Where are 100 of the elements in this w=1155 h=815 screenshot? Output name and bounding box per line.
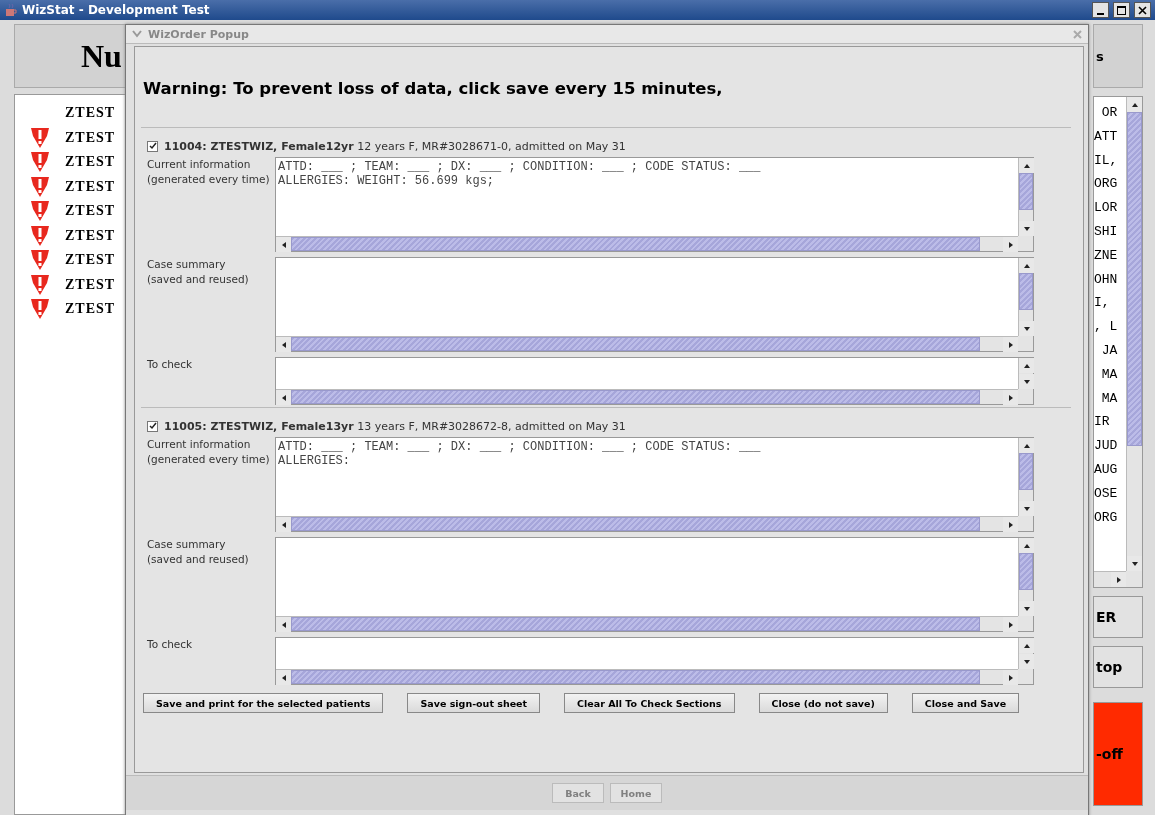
patient-name[interactable]: ZTEST (65, 129, 116, 146)
action-button[interactable]: Clear All To Check Sections (564, 693, 735, 713)
scroll-right-button[interactable] (1003, 617, 1018, 632)
vertical-scrollbar[interactable] (1018, 358, 1033, 389)
scroll-up-button[interactable] (1019, 638, 1034, 653)
field-label: Current information (generated every time) (147, 437, 271, 467)
scroll-right-button[interactable] (1003, 390, 1018, 405)
scroll-down-button[interactable] (1019, 501, 1034, 516)
scroll-up-button[interactable] (1019, 358, 1034, 373)
minimize-button[interactable] (1092, 2, 1109, 18)
field-label: To check (147, 357, 194, 372)
list-text: AUG (1094, 461, 1119, 479)
list-text: IR (1094, 414, 1111, 432)
scroll-up-button[interactable] (1127, 97, 1142, 112)
scroll-down-button[interactable] (1127, 556, 1142, 571)
side-button[interactable]: top (1093, 646, 1143, 688)
patient-name[interactable]: ZTEST (65, 276, 116, 293)
scrollbar-corner (1018, 516, 1033, 531)
close-icon (1138, 5, 1147, 15)
patient-name[interactable]: ZTEST (65, 227, 116, 244)
list-text: JA (1100, 342, 1119, 360)
scroll-right-button[interactable] (1003, 670, 1018, 685)
list-text: OSE (1094, 485, 1119, 503)
scroll-right-button[interactable] (1003, 517, 1018, 532)
patient-name[interactable]: ZTEST (65, 252, 116, 269)
list-text: MA (1100, 390, 1119, 408)
scroll-thumb[interactable] (1019, 173, 1033, 210)
horizontal-scrollbar[interactable] (1094, 571, 1126, 587)
patient-name[interactable]: ZTEST (65, 178, 116, 195)
down-arrow-icon (1022, 224, 1031, 233)
patient-name[interactable]: ZTEST (65, 301, 116, 318)
scroll-down-button[interactable] (1019, 601, 1034, 616)
down-arrow-icon (1022, 377, 1031, 386)
popup-title: WizOrder Popup (148, 27, 250, 41)
list-text: JUD (1094, 438, 1119, 456)
scrollbar-corner (1018, 389, 1033, 404)
list-text: ORG (1094, 509, 1119, 527)
list-text: , L (1094, 319, 1119, 337)
scroll-left-button[interactable] (276, 390, 291, 405)
scroll-down-button[interactable] (1019, 321, 1034, 336)
scroll-thumb[interactable] (1019, 273, 1033, 310)
scroll-down-button[interactable] (1019, 221, 1034, 236)
list-text: ORG (1094, 176, 1119, 194)
right-arrow-icon (1006, 520, 1015, 529)
right-arrow-icon (1114, 575, 1123, 584)
scroll-down-button[interactable] (1019, 654, 1034, 669)
scroll-left-button[interactable] (276, 237, 291, 252)
action-button[interactable]: Close (do not save) (758, 693, 888, 713)
scroll-left-button[interactable] (276, 337, 291, 352)
scroll-up-button[interactable] (1019, 538, 1034, 553)
field-label: Current information (generated every time) (147, 157, 271, 187)
side-button[interactable]: -off (1093, 702, 1143, 806)
checkbox[interactable] (147, 420, 158, 432)
scrollbar-corner (1018, 336, 1033, 351)
right-arrow-icon (1006, 393, 1015, 402)
scroll-up-button[interactable] (1019, 438, 1034, 453)
right-arrow-icon (1006, 620, 1015, 629)
down-arrow-icon (1130, 559, 1139, 568)
scrollbar-corner (1126, 571, 1142, 587)
scroll-thumb[interactable] (1019, 453, 1033, 490)
close-button[interactable] (1134, 2, 1151, 18)
vertical-scrollbar[interactable] (1018, 258, 1033, 336)
scroll-right-button[interactable] (1111, 572, 1126, 587)
list-text: OR (1100, 105, 1119, 122)
patient-name[interactable]: ZTEST (65, 203, 116, 220)
action-button[interactable]: Close and Save (911, 693, 1020, 713)
action-button[interactable]: Save sign-out sheet (407, 693, 541, 713)
vertical-scrollbar[interactable] (1018, 158, 1033, 236)
field-label: To check (147, 637, 194, 652)
patient-name[interactable]: ZTEST (65, 154, 116, 171)
scroll-left-button[interactable] (276, 517, 291, 532)
cup-icon (4, 3, 18, 17)
list-text: MA (1100, 366, 1119, 384)
right-arrow-icon (1006, 673, 1015, 682)
vertical-scrollbar[interactable] (1018, 538, 1033, 616)
scroll-thumb[interactable] (1127, 112, 1142, 446)
scroll-thumb[interactable] (1019, 553, 1033, 590)
scroll-down-button[interactable] (1019, 374, 1034, 389)
patient-header: 11004: ZTESTWIZ, Female12yr 12 years F, MR#3028671-0, admitted on May 31 (164, 139, 626, 153)
scrollbar-corner (1018, 669, 1033, 684)
down-arrow-icon (1022, 657, 1031, 666)
scroll-up-button[interactable] (1019, 158, 1034, 173)
scroll-left-button[interactable] (276, 670, 291, 685)
vertical-scrollbar[interactable] (1018, 438, 1033, 516)
list-text: ZNE (1094, 247, 1119, 265)
warning-text: Warning: To prevent loss of data, click save every 15 minutes, (142, 78, 724, 100)
maximize-button[interactable] (1113, 2, 1130, 18)
vertical-scrollbar[interactable] (1126, 97, 1142, 571)
vertical-scrollbar[interactable] (1018, 638, 1033, 669)
side-button[interactable]: ER (1093, 596, 1143, 638)
scroll-right-button[interactable] (1003, 237, 1018, 252)
patient-name[interactable]: ZTEST (65, 105, 116, 122)
down-arrow-icon (1022, 324, 1031, 333)
list-text: OHN (1094, 271, 1119, 289)
scroll-up-button[interactable] (1019, 258, 1034, 273)
action-button[interactable]: Save and print for the selected patients (143, 693, 384, 713)
scroll-right-button[interactable] (1003, 337, 1018, 352)
scroll-left-button[interactable] (276, 617, 291, 632)
checkbox[interactable] (147, 140, 158, 152)
right-arrow-icon (1006, 340, 1015, 349)
